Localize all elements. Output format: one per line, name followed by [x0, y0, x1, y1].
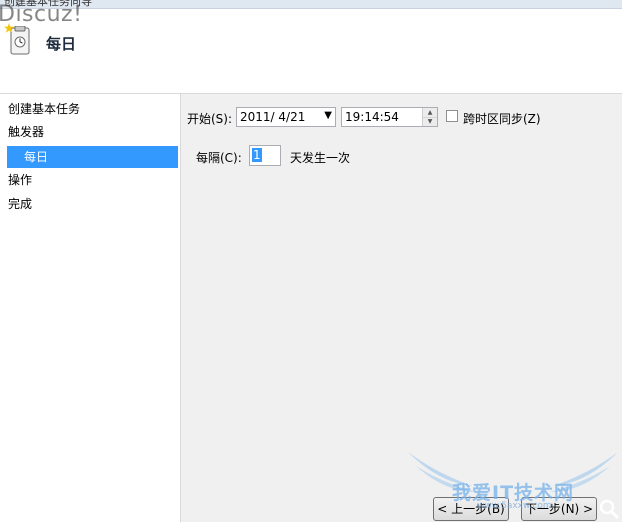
page-title: 每日	[46, 35, 77, 53]
nav-item-action[interactable]: 操作	[0, 169, 180, 191]
sync-timezone-label: 跨时区同步(Z)	[463, 112, 541, 126]
next-button[interactable]: 下一步(N) >	[521, 497, 597, 521]
magnifier-icon	[599, 499, 620, 520]
back-button[interactable]: < 上一步(B)	[433, 497, 509, 521]
wizard-header: 每日	[0, 9, 622, 94]
discuz-watermark: Discuz!	[0, 2, 83, 27]
nav-item-finish[interactable]: 完成	[0, 193, 180, 215]
recur-days-suffix: 天发生一次	[290, 151, 351, 165]
chevron-down-icon[interactable]: ▼	[324, 110, 332, 121]
title-bar: 创建基本任务向导	[0, 0, 622, 9]
nav-item-daily[interactable]: 每日	[7, 146, 178, 168]
nav-item-create-basic-task[interactable]: 创建基本任务	[0, 98, 180, 120]
start-date-value: 2011/ 4/21	[240, 110, 306, 124]
start-time-value: 19:14:54	[345, 110, 399, 124]
start-label: 开始(S):	[187, 112, 233, 126]
time-spinner[interactable]: ▲ ▼	[422, 108, 437, 126]
wizard-nav: 创建基本任务 触发器 每日 操作 完成	[0, 94, 181, 522]
recur-every-label: 每隔(C):	[196, 151, 242, 165]
recur-days-input[interactable]: 1	[249, 145, 281, 166]
start-date-picker[interactable]: 2011/ 4/21 ▼	[236, 107, 336, 127]
start-time-field[interactable]: 19:14:54 ▲ ▼	[341, 107, 438, 127]
recur-days-value: 1	[252, 148, 262, 162]
spin-down-icon[interactable]: ▼	[423, 117, 437, 126]
nav-item-trigger[interactable]: 触发器	[0, 121, 180, 143]
sync-timezone-checkbox[interactable]	[446, 110, 458, 122]
